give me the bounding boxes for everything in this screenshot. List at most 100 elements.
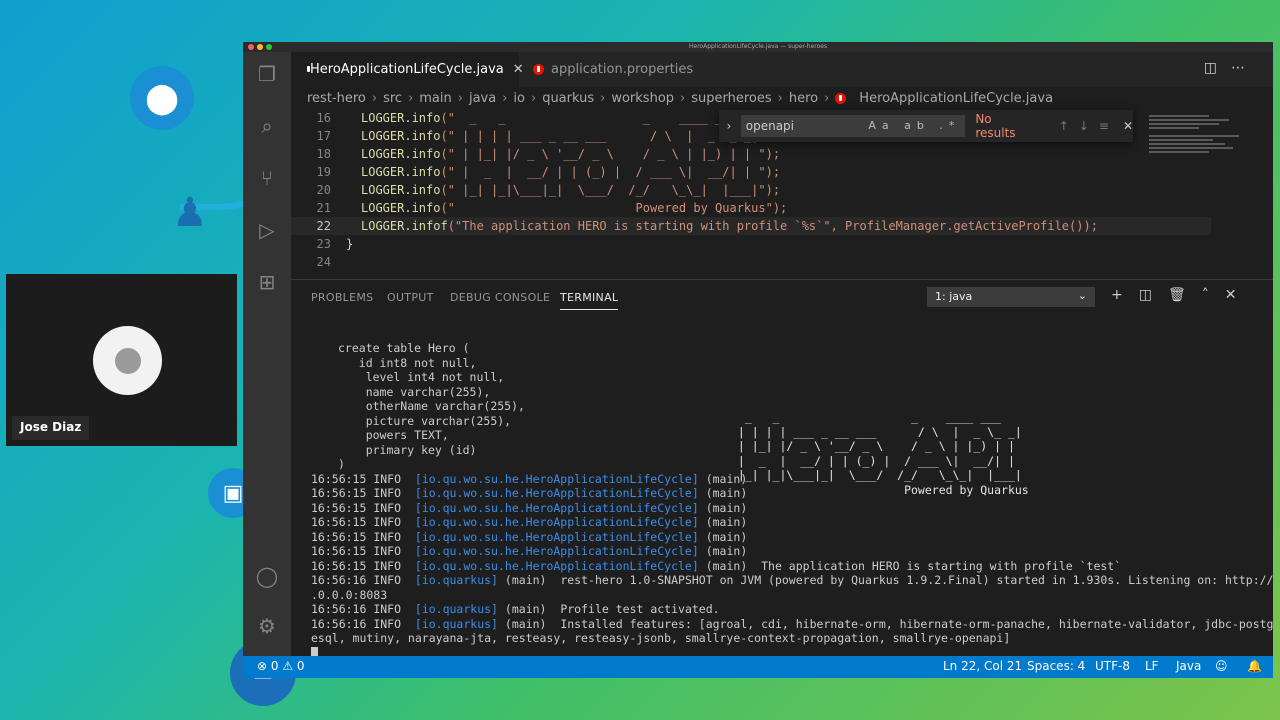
- code-line: 21 LOGGER.info(" Powered by Quarkus");: [291, 199, 1211, 217]
- log-ts: 16:56:16: [311, 616, 367, 631]
- tab-output[interactable]: OUTPUT: [387, 291, 434, 304]
- chevron-up-icon[interactable]: ˄: [1202, 287, 1225, 303]
- code-line: 20 LOGGER.info(" |_| |_|\___|_| \___/ /_/…: [291, 181, 1211, 199]
- breadcrumb-item[interactable]: io: [513, 91, 525, 106]
- terminal-select[interactable]: 1: java ⌄: [927, 287, 1095, 307]
- log-thr: (main): [705, 529, 748, 544]
- indentation[interactable]: Spaces: 4: [1027, 659, 1085, 673]
- terminal-line: level int4 not null,: [338, 370, 505, 384]
- search-icon[interactable]: ⌕: [255, 114, 279, 138]
- tab-terminal[interactable]: TERMINAL: [560, 291, 619, 310]
- chevron-right-icon: ›: [824, 90, 830, 106]
- minimap-row: [1149, 139, 1213, 141]
- settings-gear-icon[interactable]: ⚙: [255, 614, 279, 638]
- breadcrumb-item[interactable]: quarkus: [542, 91, 594, 106]
- log-cat: [io.quarkus]: [414, 616, 498, 631]
- log-thr: (main): [705, 558, 748, 573]
- log-line: 16:56:15 INFO [io.qu.wo.su.he.HeroApplic…: [311, 544, 1265, 559]
- close-icon[interactable]: ✕: [1123, 119, 1133, 133]
- activity-bar: ❐ ⌕ ⑂ ▷ ⊞ ◯ ⚙: [243, 52, 291, 656]
- split-editor-icon[interactable]: ◫: [1204, 60, 1231, 76]
- log-msg: Installed features: [agroal, cdi, hibern…: [553, 616, 1273, 631]
- source-control-icon[interactable]: ⑂: [255, 166, 279, 190]
- participant-video-tile[interactable]: Jose Diaz: [6, 274, 237, 446]
- arrow-down-icon[interactable]: ↓: [1079, 119, 1099, 133]
- log-lvl: INFO: [373, 515, 402, 529]
- code-text: (" | |_| |/ _ \ '__/ _ \ / _ \ | |_) | |…: [440, 147, 781, 161]
- tab-application-properties[interactable]: application.properties: [521, 52, 705, 87]
- breadcrumb-item[interactable]: java: [469, 91, 496, 106]
- notifications-bell-icon[interactable]: 🔔: [1247, 659, 1262, 673]
- terminal-line: id int8 not null,: [338, 355, 477, 370]
- problems-indicator[interactable]: ⊗ 0 ⚠ 0: [257, 659, 305, 673]
- log-cat: [io.qu.wo.su.he.HeroApplicationLifeCycle…: [414, 500, 699, 515]
- minimap[interactable]: [1143, 109, 1263, 277]
- log-ts: 16:56:15: [311, 529, 367, 544]
- log-ts: 16:56:15: [311, 471, 367, 486]
- log-msg: esql, mutiny, narayana-jta, resteasy, re…: [311, 631, 1011, 645]
- trash-icon[interactable]: 🗑: [1168, 287, 1202, 303]
- code-line: 24: [291, 253, 1211, 271]
- log-cat: [io.quarkus]: [414, 602, 498, 616]
- log-ts: 16:56:15: [311, 486, 367, 500]
- log-lvl: INFO: [373, 544, 402, 558]
- title-bar: HeroApplicationLifeCycle.java — super-he…: [243, 42, 1273, 52]
- terminal-select-value: 1: java: [935, 290, 973, 303]
- log-lvl: INFO: [373, 471, 402, 486]
- find-widget: › openapi Aa ab .* No results ↑↓≡ ✕: [719, 110, 1133, 142]
- run-debug-icon[interactable]: ▷: [255, 218, 279, 242]
- log-thr: (main): [705, 544, 748, 558]
- log-ts: 16:56:15: [311, 558, 367, 573]
- find-input[interactable]: openapi Aa ab .*: [740, 115, 966, 137]
- chevron-down-icon: ⌄: [1077, 289, 1087, 302]
- language-mode[interactable]: Java: [1176, 659, 1201, 673]
- line-number: 22: [316, 219, 331, 233]
- toggle-replace-icon[interactable]: ›: [721, 119, 737, 133]
- breadcrumb-item[interactable]: workshop: [611, 91, 674, 106]
- extensions-icon[interactable]: ⊞: [255, 270, 279, 294]
- minimap-row: [1149, 151, 1209, 153]
- arrow-up-icon[interactable]: ↑: [1059, 119, 1079, 133]
- breadcrumb-item[interactable]: main: [419, 91, 451, 106]
- close-panel-icon[interactable]: ✕: [1225, 287, 1253, 303]
- chevron-right-icon: ›: [457, 90, 463, 106]
- log-ts: 16:56:15: [311, 544, 367, 558]
- encoding[interactable]: UTF-8: [1095, 659, 1130, 673]
- breadcrumb-item[interactable]: src: [383, 91, 402, 106]
- panel-tabs: PROBLEMS OUTPUT DEBUG CONSOLE TERMINAL 1…: [291, 280, 1273, 315]
- log-line: 16:56:16 INFO [io.quarkus] (main) Profil…: [311, 602, 1265, 617]
- explorer-icon[interactable]: ❐: [255, 62, 279, 86]
- java-file-icon: [835, 92, 847, 104]
- code-text: (" | _ | __/ | | (_) | / ___ \| __/| | "…: [440, 165, 781, 179]
- window-title: HeroApplicationLifeCycle.java — super-he…: [688, 43, 828, 50]
- new-terminal-icon[interactable]: +: [1111, 287, 1139, 303]
- find-in-selection-icon[interactable]: ≡: [1099, 119, 1119, 133]
- breadcrumb-item[interactable]: superheroes: [691, 91, 771, 106]
- log-line: esql, mutiny, narayana-jta, resteasy, re…: [311, 631, 1265, 646]
- breadcrumb-item[interactable]: rest-hero: [307, 91, 366, 106]
- chevron-right-icon: ›: [600, 90, 606, 106]
- user-icon: [114, 347, 141, 374]
- code-fn: LOGGER.info: [361, 165, 441, 179]
- account-icon[interactable]: ◯: [255, 564, 279, 588]
- split-terminal-icon[interactable]: ◫: [1139, 287, 1168, 303]
- log-line: 16:56:16 INFO [io.quarkus] (main) Instal…: [311, 616, 1273, 632]
- log-lvl: INFO: [373, 529, 402, 544]
- cursor-position[interactable]: Ln 22, Col 21: [943, 659, 1022, 673]
- tab-debug-console[interactable]: DEBUG CONSOLE: [450, 291, 550, 304]
- find-status: No results: [975, 112, 1016, 140]
- line-number: 17: [316, 129, 331, 143]
- log-cat: [io.qu.wo.su.he.HeroApplicationLifeCycle…: [414, 486, 699, 500]
- terminal-output[interactable]: create table Hero ( id int8 not null, le…: [311, 338, 1273, 660]
- tab-heroapplicationlifecycle[interactable]: HeroApplicationLifeCycle.java ✕: [291, 52, 524, 87]
- tab-label: HeroApplicationLifeCycle.java: [310, 62, 504, 77]
- line-ending[interactable]: LF: [1145, 659, 1159, 673]
- breadcrumb-item[interactable]: HeroApplicationLifeCycle.java: [859, 91, 1053, 106]
- tab-problems[interactable]: PROBLEMS: [311, 291, 373, 304]
- line-number: 18: [316, 147, 331, 161]
- find-options[interactable]: Aa ab .*: [868, 119, 960, 132]
- more-actions-icon[interactable]: ⋯: [1231, 60, 1259, 76]
- feedback-icon[interactable]: ☺: [1215, 659, 1228, 673]
- breadcrumb-item[interactable]: hero: [789, 91, 818, 106]
- log-line: 16:56:15 INFO [io.qu.wo.su.he.HeroApplic…: [311, 501, 1265, 516]
